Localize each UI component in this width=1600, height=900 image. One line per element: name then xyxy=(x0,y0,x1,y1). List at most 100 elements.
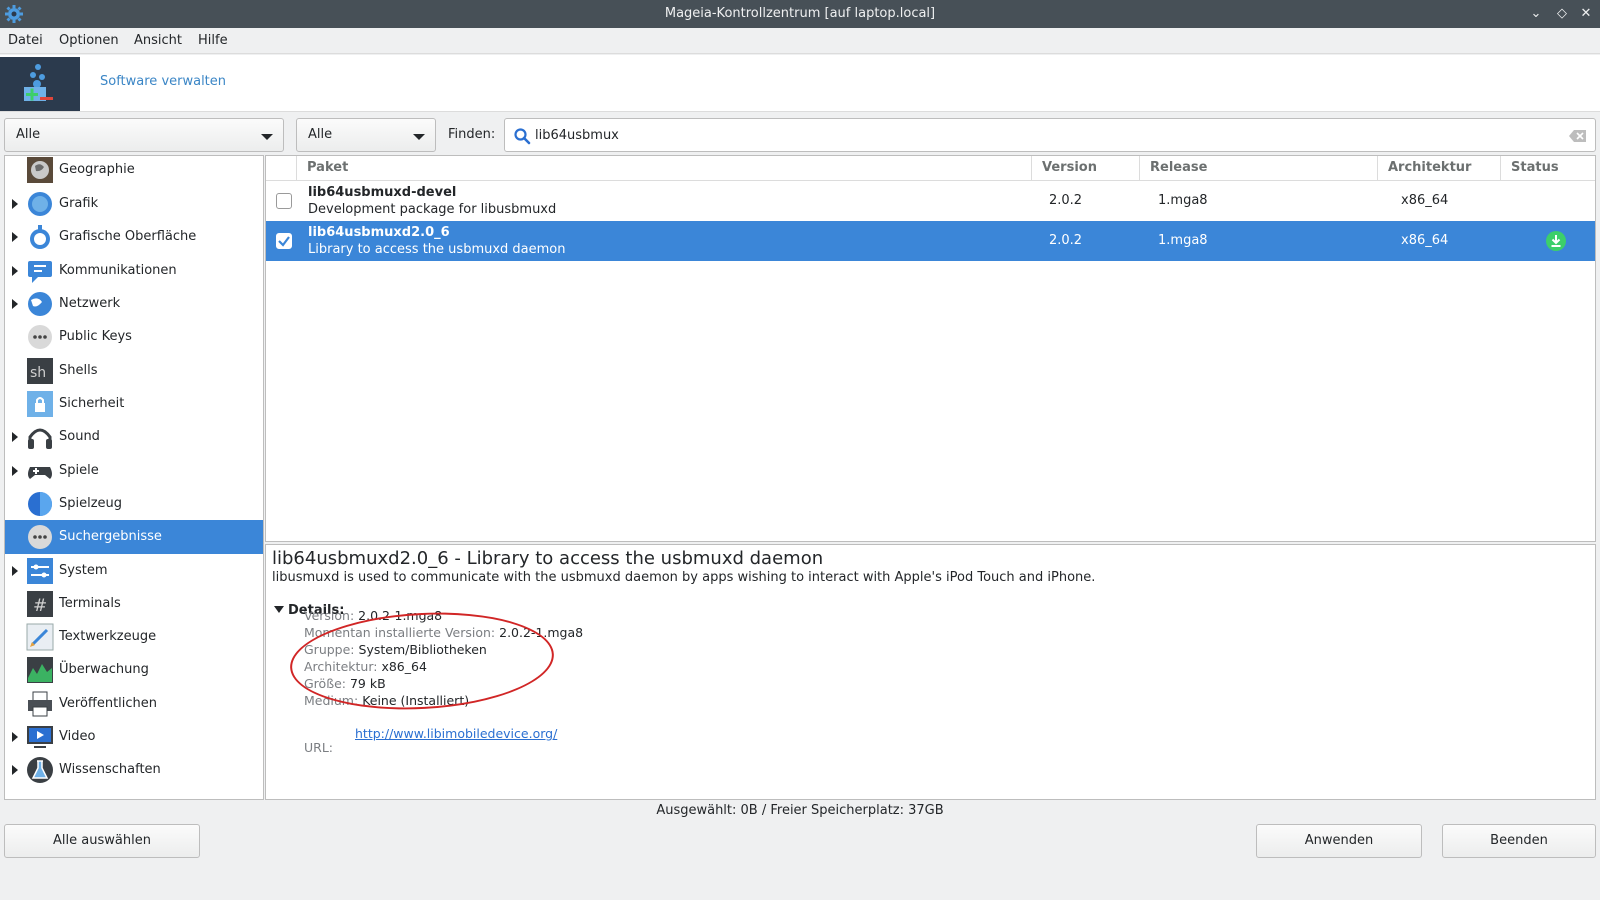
menu-ansicht[interactable]: Ansicht xyxy=(134,33,182,48)
status-text: Ausgewählt: 0B / Freier Speicherplatz: 3… xyxy=(656,803,944,818)
homepage-link[interactable]: http://www.libimobiledevice.org/ xyxy=(355,726,557,741)
expand-arrow-icon[interactable] xyxy=(12,466,18,476)
system-settings-icon xyxy=(27,558,53,584)
shell-icon: sh xyxy=(27,358,53,384)
expand-arrow-icon[interactable] xyxy=(12,299,18,309)
text-edit-icon xyxy=(26,623,54,651)
package-release: 1.mga8 xyxy=(1158,193,1208,208)
category-wissenschaften[interactable]: Wissenschaften xyxy=(5,753,263,787)
detail-key: Größe: xyxy=(304,676,346,691)
column-header-status[interactable]: Status xyxy=(1500,156,1595,181)
group-filter-value: Alle xyxy=(16,127,41,142)
package-summary: Library to access the usbmuxd daemon xyxy=(308,242,566,257)
category-terminals[interactable]: # Terminals xyxy=(5,587,263,621)
svg-text:sh: sh xyxy=(30,365,46,381)
package-table[interactable]: Paket Version Release Architektur Status… xyxy=(265,155,1596,542)
category-textwerkzeuge[interactable]: Textwerkzeuge xyxy=(5,620,263,654)
minimize-icon[interactable]: ⌄ xyxy=(1526,4,1546,24)
package-checkbox-checked[interactable] xyxy=(276,233,292,249)
detail-size: Größe: 79 kB xyxy=(304,676,386,691)
graphics-icon xyxy=(28,192,52,216)
category-public-keys[interactable]: Public Keys xyxy=(5,320,263,354)
search-input[interactable] xyxy=(535,125,1535,145)
lock-icon xyxy=(27,391,53,417)
category-netzwerk[interactable]: Netzwerk xyxy=(5,287,263,321)
science-flask-icon xyxy=(27,757,53,783)
chevron-down-icon xyxy=(261,134,273,140)
menu-optionen-label: Optionen xyxy=(59,33,119,48)
category-sicherheit[interactable]: Sicherheit xyxy=(5,387,263,421)
menu-hilfe[interactable]: Hilfe xyxy=(198,33,228,48)
category-geographie[interactable]: Geographie xyxy=(5,156,263,187)
expand-arrow-icon[interactable] xyxy=(12,232,18,242)
detail-medium: Medium: Keine (Installiert) xyxy=(304,693,469,708)
expand-arrow-icon[interactable] xyxy=(12,199,18,209)
menu-datei[interactable]: Datei xyxy=(8,33,43,48)
find-label: Finden: xyxy=(448,127,496,142)
table-row[interactable]: lib64usbmuxd2.0_6 Library to access the … xyxy=(266,221,1595,261)
expand-arrow-icon[interactable] xyxy=(12,566,18,576)
detail-key: Version: xyxy=(304,608,355,623)
quit-button[interactable]: Beenden xyxy=(1442,824,1596,858)
close-icon[interactable]: ✕ xyxy=(1576,4,1596,24)
category-label: Netzwerk xyxy=(59,296,121,311)
category-grafik[interactable]: Grafik xyxy=(5,187,263,221)
table-row[interactable]: lib64usbmuxd-devel Development package f… xyxy=(266,181,1595,221)
expanded-triangle-icon xyxy=(274,606,284,613)
category-label: Spielzeug xyxy=(59,496,123,511)
more-dots-icon xyxy=(28,325,52,349)
category-spiele[interactable]: Spiele xyxy=(5,454,263,488)
category-shells[interactable]: sh Shells xyxy=(5,354,263,388)
select-all-button[interactable]: Alle auswählen xyxy=(4,824,200,858)
expand-arrow-icon[interactable] xyxy=(12,432,18,442)
category-suchergebnisse[interactable]: Suchergebnisse xyxy=(5,520,263,554)
category-tree[interactable]: Geographie Grafik Grafische Oberfläche K… xyxy=(4,155,264,800)
category-sound[interactable]: Sound xyxy=(5,420,263,454)
column-header-version[interactable]: Version xyxy=(1031,156,1139,181)
category-label: Public Keys xyxy=(59,329,132,344)
table-header: Paket Version Release Architektur Status xyxy=(266,156,1595,181)
category-label: Sicherheit xyxy=(59,396,125,411)
maximize-icon[interactable]: ◇ xyxy=(1552,4,1572,24)
window-title: Mageia-Kontrollzentrum [auf laptop.local… xyxy=(664,6,936,21)
search-box[interactable] xyxy=(504,118,1596,152)
monitoring-chart-icon xyxy=(27,657,53,683)
category-spielzeug[interactable]: Spielzeug xyxy=(5,487,263,521)
column-header-paket[interactable]: Paket xyxy=(296,156,1031,181)
expand-arrow-icon[interactable] xyxy=(12,765,18,775)
group-filter-combo[interactable]: Alle xyxy=(4,118,284,152)
package-checkbox[interactable] xyxy=(276,193,292,209)
category-grafische-oberflaeche[interactable]: Grafische Oberfläche xyxy=(5,220,263,254)
column-header-release[interactable]: Release xyxy=(1139,156,1377,181)
expand-arrow-icon[interactable] xyxy=(12,732,18,742)
clear-text-icon[interactable] xyxy=(1569,129,1587,143)
category-system[interactable]: System xyxy=(5,554,263,588)
banner: Software verwalten xyxy=(0,55,1600,112)
menu-optionen[interactable]: Optionen xyxy=(59,33,119,48)
category-label: Spiele xyxy=(59,463,99,478)
communications-icon xyxy=(28,261,52,283)
category-ueberwachung[interactable]: Überwachung xyxy=(5,653,263,687)
type-filter-value: Alle xyxy=(308,127,333,142)
category-label: Grafik xyxy=(59,196,99,211)
software-manager-logo-icon xyxy=(0,57,80,111)
detail-version: Version: 2.0.2-1.mga8 xyxy=(304,608,442,623)
category-veroeffentlichen[interactable]: Veröffentlichen xyxy=(5,687,263,721)
gamepad-icon xyxy=(28,467,52,479)
detail-value: Keine (Installiert) xyxy=(362,693,470,708)
detail-value: 2.0.2-1.mga8 xyxy=(358,608,443,623)
checkmark-icon xyxy=(278,236,290,247)
category-label: Überwachung xyxy=(59,662,149,677)
menu-datei-label: Datei xyxy=(8,33,43,48)
chevron-down-icon xyxy=(413,134,425,140)
terminal-hash-icon: # xyxy=(27,591,53,617)
category-video[interactable]: Video xyxy=(5,720,263,754)
expand-arrow-icon[interactable] xyxy=(12,266,18,276)
apply-button[interactable]: Anwenden xyxy=(1256,824,1422,858)
category-label: Veröffentlichen xyxy=(59,696,158,711)
column-header-architektur[interactable]: Architektur xyxy=(1377,156,1500,181)
category-kommunikationen[interactable]: Kommunikationen xyxy=(5,254,263,288)
category-label: Kommunikationen xyxy=(59,263,177,278)
category-label: Shells xyxy=(59,363,98,378)
type-filter-combo[interactable]: Alle xyxy=(296,118,436,152)
